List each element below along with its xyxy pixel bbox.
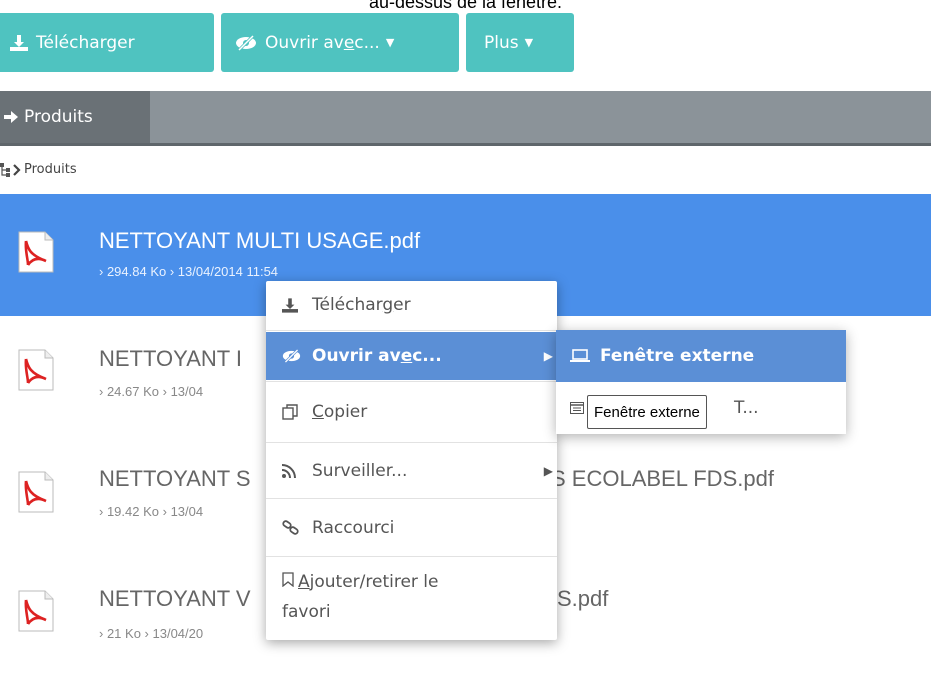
rss-icon — [282, 464, 312, 478]
more-button-label: Plus — [484, 32, 519, 53]
file-name-tail: S ECOLABEL FDS.pdf — [551, 466, 774, 491]
tab-label: Produits — [24, 107, 93, 127]
menu-divider — [266, 381, 557, 382]
menu-item-label: Copier — [312, 402, 368, 422]
caret-right-icon: ▶ — [543, 349, 553, 363]
more-button[interactable]: Plus ▼ — [466, 13, 574, 72]
pdf-icon — [18, 349, 54, 391]
menu-item-label: Ouvrir avec... — [312, 346, 442, 366]
context-menu: Télécharger Ouvrir avec... ▶ Copier Surv… — [266, 281, 557, 640]
menu-item-download[interactable]: Télécharger — [266, 281, 557, 329]
menu-item-favorite[interactable]: Ajouter/retirer le favori — [266, 563, 557, 633]
menu-item-open-with[interactable]: Ouvrir avec... ▶ — [266, 332, 557, 380]
file-name: NETTOYANT V — [99, 586, 251, 611]
submenu-item-label: Fenêtre externe — [600, 346, 755, 366]
download-button[interactable]: Télécharger — [0, 13, 214, 72]
submenu-item-label: T... — [734, 398, 759, 418]
eye-slash-icon — [282, 349, 312, 363]
file-meta: › 21 Ko › 13/04/20 — [99, 626, 204, 641]
file-name: NETTOYANT MULTI USAGE.pdf — [99, 228, 421, 253]
tab-underline — [0, 143, 931, 146]
menu-item-label: Ajouter/retirer le favori — [282, 567, 439, 627]
tooltip: Fenêtre externe — [587, 395, 707, 429]
breadcrumb-item[interactable]: Produits — [24, 162, 77, 177]
top-caption-text: au-dessus de la fenêtre. — [368, 0, 563, 12]
pdf-icon — [18, 471, 54, 513]
download-icon — [10, 34, 28, 51]
laptop-icon — [570, 349, 590, 363]
caret-down-icon: ▼ — [524, 36, 534, 49]
menu-item-label: Surveiller... — [312, 461, 408, 481]
open-with-button[interactable]: Ouvrir avec... ▼ — [221, 13, 459, 72]
menu-item-copy[interactable]: Copier — [266, 387, 557, 437]
tab-bar: Produits — [0, 91, 931, 143]
download-button-label: Télécharger — [36, 32, 135, 53]
pdf-icon — [18, 590, 54, 632]
caret-down-icon: ▼ — [385, 36, 395, 49]
file-meta: › 24.67 Ko › 13/04 — [99, 384, 204, 399]
menu-divider — [266, 442, 557, 443]
pdf-icon — [18, 231, 54, 273]
menu-item-watch[interactable]: Surveiller... ▶ — [266, 445, 557, 497]
file-name: NETTOYANT I — [99, 346, 243, 371]
submenu-item-external-window[interactable]: Fenêtre externe — [556, 330, 846, 382]
file-name-tail: S.pdf — [557, 586, 609, 611]
caret-right-icon: ▶ — [543, 464, 553, 478]
breadcrumb: Produits — [0, 162, 77, 177]
window-icon — [570, 402, 584, 414]
menu-item-label: Raccourci — [312, 518, 395, 538]
menu-divider — [266, 556, 557, 557]
tab-produits[interactable]: Produits — [0, 91, 150, 143]
menu-item-shortcut[interactable]: Raccourci — [266, 503, 557, 553]
link-icon — [282, 520, 312, 536]
download-icon — [282, 297, 312, 313]
chevron-right-icon — [13, 163, 21, 176]
menu-divider — [266, 498, 557, 499]
sitemap-icon[interactable] — [0, 162, 10, 177]
file-meta: › 294.84 Ko › 13/04/2014 11:54 — [99, 264, 279, 279]
file-name: NETTOYANT S — [99, 466, 251, 491]
copy-icon — [282, 404, 312, 420]
open-with-button-label: Ouvrir avec... — [265, 32, 380, 53]
arrow-right-icon — [4, 111, 18, 123]
menu-divider — [266, 330, 557, 331]
file-meta: › 19.42 Ko › 13/04 — [99, 504, 204, 519]
eye-slash-icon — [235, 34, 257, 51]
bookmark-icon — [282, 567, 296, 597]
menu-item-label: Télécharger — [312, 295, 411, 315]
